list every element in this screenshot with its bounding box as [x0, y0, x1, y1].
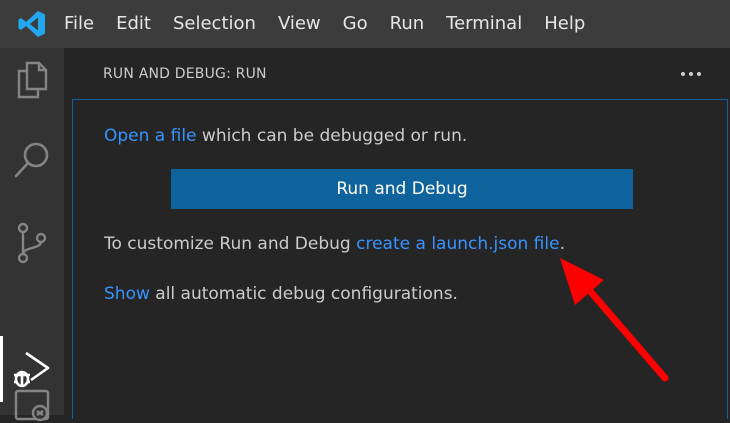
more-actions-button[interactable] — [676, 59, 706, 89]
show-configs-text: all automatic debug configurations. — [149, 284, 458, 304]
menu-file[interactable]: File — [64, 0, 105, 48]
ellipsis-icon — [681, 72, 701, 76]
menu-run[interactable]: Run — [379, 0, 436, 48]
open-file-text: which can be debugged or run. — [196, 126, 468, 146]
menu-go[interactable]: Go — [332, 0, 379, 48]
menu-help[interactable]: Help — [533, 0, 596, 48]
activity-bar — [0, 48, 64, 422]
menu-terminal[interactable]: Terminal — [435, 0, 533, 48]
show-configurations-link[interactable]: Show — [104, 284, 150, 304]
sidebar-title: RUN AND DEBUG: RUN — [103, 66, 267, 82]
menu-edit[interactable]: Edit — [105, 0, 162, 48]
sidebar-header: RUN AND DEBUG: RUN — [64, 48, 730, 100]
source-control-icon[interactable] — [0, 211, 64, 275]
run-and-debug-button[interactable]: Run and Debug — [171, 169, 633, 209]
customize-text: To customize Run and Debug — [104, 234, 357, 254]
customize-period: . — [559, 234, 565, 254]
open-file-line: Open a file which can be debugged or run… — [104, 126, 467, 146]
create-launch-json-link[interactable]: create a launch.json file — [356, 234, 559, 254]
menu-selection[interactable]: Selection — [162, 0, 267, 48]
explorer-icon[interactable] — [0, 48, 64, 112]
menu-bar: File Edit Selection View Go Run Terminal… — [0, 0, 730, 48]
vscode-logo-icon — [0, 0, 64, 48]
show-configs-line: Show all automatic debug configurations. — [104, 284, 458, 304]
menu-view[interactable]: View — [267, 0, 332, 48]
search-icon[interactable] — [0, 128, 64, 192]
customize-line: To customize Run and Debug create a laun… — [104, 234, 565, 254]
run-debug-welcome-panel: Open a file which can be debugged or run… — [72, 99, 728, 419]
remote-explorer-icon[interactable] — [0, 383, 64, 423]
open-file-link[interactable]: Open a file — [104, 126, 197, 146]
